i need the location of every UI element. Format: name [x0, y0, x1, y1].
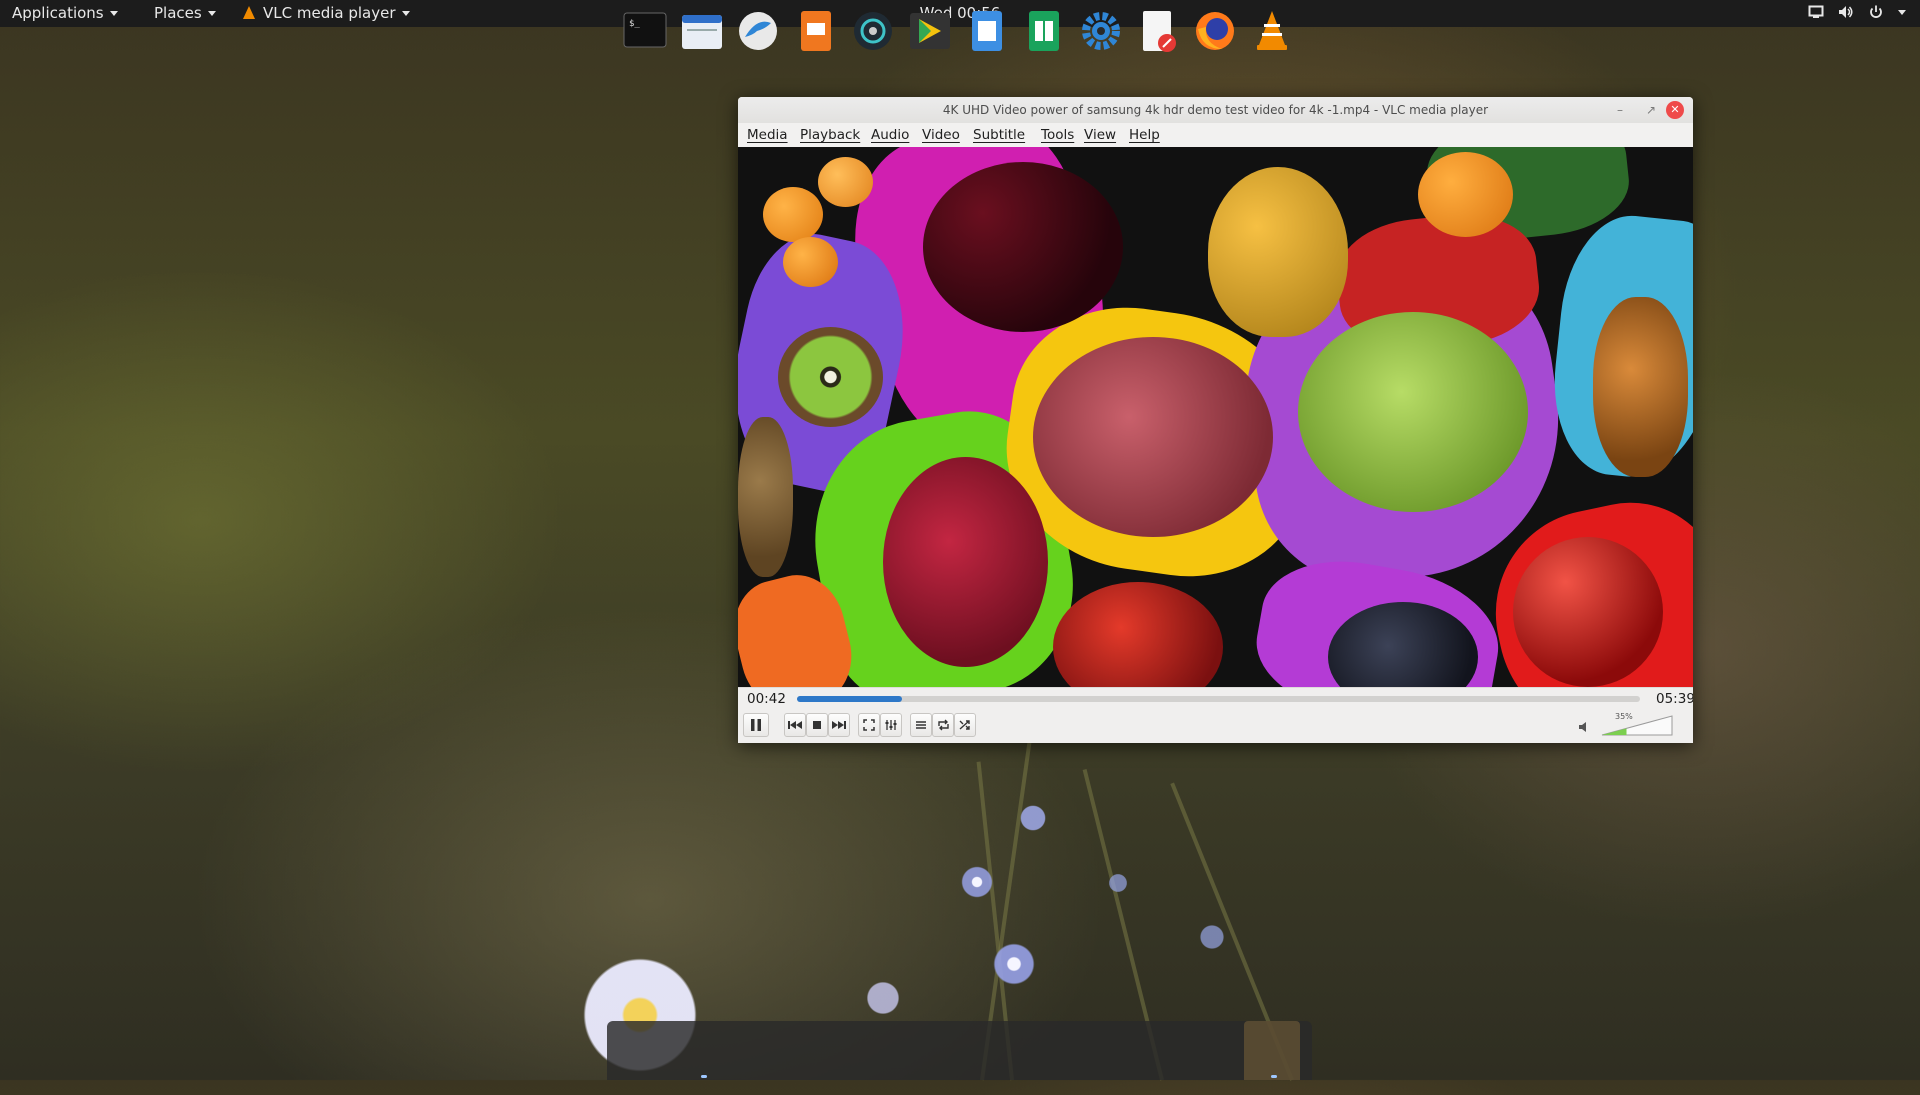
- document-icon[interactable]: [964, 9, 1010, 53]
- minimize-button[interactable]: –: [1611, 101, 1629, 119]
- elapsed-time: 00:42: [747, 691, 786, 707]
- loop-icon: [937, 719, 949, 731]
- lychees: [1033, 337, 1273, 537]
- spreadsheet-icon[interactable]: [1021, 9, 1067, 53]
- apricot: [818, 157, 873, 207]
- play-store-icon[interactable]: [907, 9, 953, 53]
- mute-speaker-icon[interactable]: [1579, 722, 1589, 732]
- shuffle-button[interactable]: [954, 713, 976, 737]
- files-icon[interactable]: [679, 9, 725, 53]
- vlc-icon[interactable]: [1249, 9, 1295, 53]
- running-indicator: [1271, 1075, 1277, 1078]
- browser-bird-icon[interactable]: [735, 9, 781, 53]
- menu-bar: Media Playback Audio Video Subtitle Tool…: [738, 123, 1693, 147]
- playlist-icon: [916, 721, 926, 729]
- settings-gear-icon[interactable]: [1078, 9, 1124, 53]
- fullscreen-icon: [863, 719, 875, 731]
- pause-icon: [751, 719, 761, 731]
- pear: [1208, 167, 1348, 337]
- display-icon: [1808, 5, 1824, 18]
- menu-video[interactable]: Video: [922, 123, 960, 147]
- apricot: [783, 237, 838, 287]
- apple: [1513, 537, 1663, 687]
- menu-help[interactable]: Help: [1129, 123, 1160, 147]
- menu-playback[interactable]: Playback: [800, 123, 860, 147]
- blue-flower: [1195, 920, 1229, 954]
- vlc-window: 4K UHD Video power of samsung 4k hdr dem…: [738, 97, 1693, 743]
- menu-audio[interactable]: Audio: [871, 123, 909, 147]
- svg-text:$_: $_: [629, 19, 640, 29]
- volume-icon: [1839, 6, 1853, 18]
- playlist-button[interactable]: [910, 713, 932, 737]
- volume-percent: 35%: [1615, 712, 1633, 721]
- clock[interactable]: Wed 00:56: [0, 0, 1920, 27]
- video-frame[interactable]: [738, 147, 1693, 687]
- system-tray[interactable]: [1808, 5, 1906, 19]
- top-panel: Applications Places VLC media player Wed…: [0, 0, 1920, 27]
- stop-button[interactable]: [806, 713, 828, 737]
- menu-subtitle[interactable]: Subtitle: [973, 123, 1025, 147]
- title-bar[interactable]: 4K UHD Video power of samsung 4k hdr dem…: [738, 97, 1693, 124]
- skip-forward-icon: [832, 721, 846, 729]
- close-button[interactable]: ✕: [1666, 101, 1684, 119]
- kiwi-whole: [738, 417, 793, 577]
- blue-flower: [985, 935, 1043, 993]
- blue-flower: [955, 860, 999, 904]
- apricot: [763, 187, 823, 242]
- chevron-down-icon: [1898, 9, 1906, 15]
- power-icon: [1870, 5, 1882, 18]
- firefox-icon[interactable]: [1192, 9, 1238, 53]
- blue-flower: [860, 975, 906, 1021]
- window-title: 4K UHD Video power of samsung 4k hdr dem…: [942, 103, 1489, 117]
- menu-media[interactable]: Media: [747, 123, 788, 147]
- menu-tools[interactable]: Tools: [1041, 123, 1074, 147]
- extended-settings-button[interactable]: [880, 713, 902, 737]
- presentation-icon[interactable]: [793, 9, 839, 53]
- text-editor-icon[interactable]: [1135, 9, 1181, 53]
- seek-progress: [797, 696, 902, 702]
- next-button[interactable]: [828, 713, 850, 737]
- dock-active-highlight: [1244, 1021, 1300, 1080]
- loop-button[interactable]: [932, 713, 954, 737]
- media-disc-icon[interactable]: [850, 9, 896, 53]
- apricot: [1418, 152, 1513, 237]
- mango: [1053, 582, 1223, 687]
- maximize-button[interactable]: ↗: [1642, 101, 1660, 119]
- equalizer-icon: [885, 720, 897, 730]
- physalis: [1593, 297, 1688, 477]
- previous-button[interactable]: [784, 713, 806, 737]
- volume-slider[interactable]: [1600, 715, 1674, 737]
- grapes: [1298, 312, 1528, 512]
- pause-button[interactable]: [743, 713, 769, 737]
- dock: [607, 1021, 1312, 1080]
- shuffle-icon: [959, 720, 970, 730]
- seek-slider[interactable]: [797, 696, 1640, 702]
- blue-flower: [1105, 870, 1131, 896]
- raspberries: [883, 457, 1048, 667]
- kiwi-half: [778, 327, 883, 427]
- menu-view[interactable]: View: [1084, 123, 1116, 147]
- fullscreen-button[interactable]: [858, 713, 880, 737]
- playback-controls: 00:42 05:39 35%: [738, 687, 1693, 743]
- blue-flower: [1015, 800, 1051, 836]
- total-time: 05:39: [1656, 691, 1693, 707]
- skip-back-icon: [788, 721, 802, 729]
- terminal-icon[interactable]: $_: [622, 9, 668, 53]
- cherries: [923, 162, 1123, 332]
- stop-icon: [813, 721, 821, 729]
- running-indicator: [701, 1075, 707, 1078]
